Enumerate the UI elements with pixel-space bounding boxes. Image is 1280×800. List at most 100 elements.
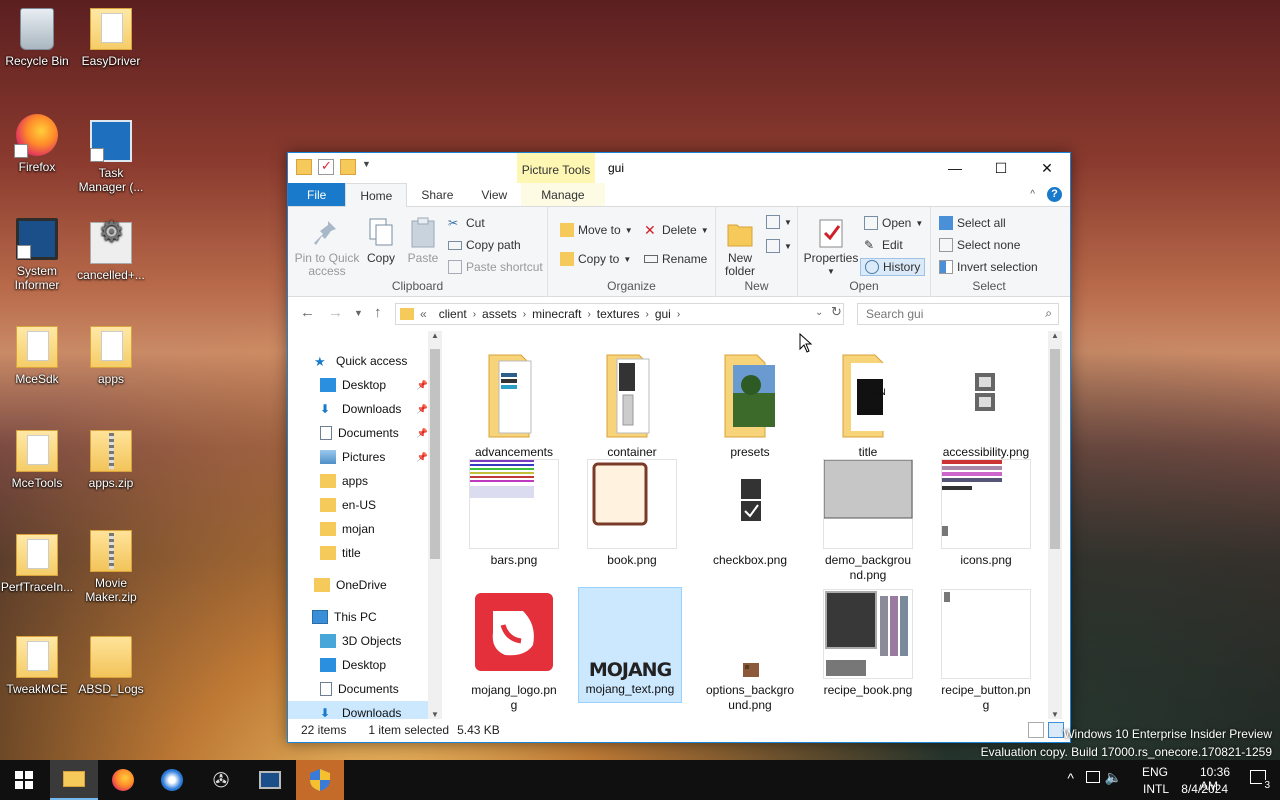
nav-pane-scrollbar[interactable]: ▲ ▼ xyxy=(428,331,442,719)
nav-onedrive[interactable]: OneDrive xyxy=(288,573,428,597)
maximize-button[interactable]: ☐ xyxy=(978,153,1024,183)
desktop-icon-mcesdk[interactable]: MceSdk xyxy=(0,326,74,386)
scroll-up-icon[interactable]: ▲ xyxy=(431,331,439,340)
forward-arrow-icon[interactable]: → xyxy=(328,304,343,321)
file-item-mojang-logo-png[interactable]: mojang_logo.pn g xyxy=(462,589,566,713)
address-path[interactable]: « client › assets › minecraft › textures › g… xyxy=(395,303,844,325)
file-item-container[interactable]: container xyxy=(580,351,684,460)
close-button[interactable]: ✕ xyxy=(1024,153,1070,183)
open-button[interactable]: Open ▼ xyxy=(864,216,923,230)
paste-shortcut-button[interactable]: Paste shortcut xyxy=(448,260,543,274)
file-item-bars-png[interactable]: bars.png xyxy=(462,459,566,568)
desktop-icon-apps[interactable]: apps xyxy=(74,326,148,386)
taskbar-firefox[interactable] xyxy=(99,760,147,800)
taskbar-movie-maker[interactable]: ✇ xyxy=(197,760,245,800)
pin-icon[interactable]: 📌 xyxy=(417,380,428,391)
minimize-ribbon-icon[interactable]: ^ xyxy=(1030,189,1035,200)
large-icons-view-icon[interactable] xyxy=(1048,722,1064,738)
address-overflow[interactable]: « xyxy=(414,307,433,321)
nav-item-pc-desktop[interactable]: Desktop xyxy=(288,653,428,677)
pin-icon[interactable]: 📌 xyxy=(417,452,428,463)
file-list-scrollbar[interactable]: ▲ ▼ xyxy=(1048,331,1062,719)
nav-item-pc-documents[interactable]: Documents xyxy=(288,677,428,701)
breadcrumb-assets[interactable]: assets xyxy=(476,307,523,321)
desktop-icon-tweakmce[interactable]: TweakMCE xyxy=(0,636,74,696)
nav-item-3d-objects[interactable]: 3D Objects xyxy=(288,629,428,653)
file-item-options-background-png[interactable]: options_backgro und.png xyxy=(698,589,802,713)
select-none-button[interactable]: Select none xyxy=(939,238,1020,252)
show-hidden-icons-chevron-icon[interactable]: ^ xyxy=(1067,770,1074,786)
breadcrumb-gui[interactable]: gui xyxy=(649,307,677,321)
nav-item-apps[interactable]: apps xyxy=(288,469,428,493)
up-arrow-icon[interactable]: ↑ xyxy=(374,304,382,321)
nav-item-desktop[interactable]: Desktop 📌 xyxy=(288,373,428,397)
rename-button[interactable]: Rename xyxy=(644,252,707,266)
network-icon[interactable] xyxy=(1086,771,1100,783)
nav-pane-scroll-thumb[interactable] xyxy=(430,349,440,559)
refresh-icon[interactable]: ↻ xyxy=(831,304,842,320)
desktop-icon-recycle-bin[interactable]: Recycle Bin xyxy=(0,8,74,68)
properties-qat-icon[interactable] xyxy=(318,158,334,175)
easy-access-button[interactable]: ▼ xyxy=(766,239,792,253)
customize-qat-chevron-icon[interactable]: ▼ xyxy=(362,159,372,175)
file-item-checkbox-png[interactable]: checkbox.png xyxy=(698,459,802,568)
file-item-icons-png[interactable]: icons.png xyxy=(934,459,1038,568)
nav-item-documents[interactable]: Documents 📌 xyxy=(288,421,428,445)
properties-button[interactable]: Properties ▼ xyxy=(802,217,860,278)
taskbar-security-app[interactable] xyxy=(296,760,344,800)
file-item-recipe-button-png[interactable]: recipe_button.pn g xyxy=(934,589,1038,713)
file-item-demo-background-png[interactable]: demo_backgrou nd.png xyxy=(816,459,920,583)
input-language-layout[interactable]: INTL xyxy=(1143,782,1169,796)
desktop-icon-absd-logs[interactable]: ABSD_Logs xyxy=(74,636,148,696)
file-item-book-png[interactable]: book.png xyxy=(580,459,684,568)
file-item-title[interactable]: AN title xyxy=(816,351,920,460)
desktop-icon-mcetools[interactable]: MceTools xyxy=(0,430,74,490)
desktop-icon-easydriver[interactable]: EasyDriver xyxy=(74,8,148,68)
file-item-recipe-book-png[interactable]: recipe_book.png xyxy=(816,589,920,698)
move-to-button[interactable]: Move to ▼ xyxy=(560,223,633,237)
invert-selection-button[interactable]: Invert selection xyxy=(939,260,1038,274)
delete-button[interactable]: ✕ Delete ▼ xyxy=(644,223,709,237)
breadcrumb-client[interactable]: client xyxy=(433,307,473,321)
pin-icon[interactable]: 📌 xyxy=(417,428,428,439)
taskbar-system-informer[interactable] xyxy=(246,760,294,800)
pin-icon[interactable]: 📌 xyxy=(417,404,428,415)
copy-path-button[interactable]: Copy path xyxy=(448,238,521,252)
breadcrumb-textures[interactable]: textures xyxy=(591,307,646,321)
back-arrow-icon[interactable]: ← xyxy=(300,304,315,321)
taskbar-file-explorer[interactable] xyxy=(50,760,98,800)
nav-item-pc-downloads[interactable]: ⬇ Downloads xyxy=(288,701,428,719)
copy-to-button[interactable]: Copy to ▼ xyxy=(560,252,631,266)
clock-date[interactable]: 8/4/2024 xyxy=(1181,782,1228,796)
new-folder-button[interactable]: New folder xyxy=(722,217,758,278)
tab-home[interactable]: Home xyxy=(345,183,408,208)
nav-quick-access[interactable]: ★ Quick access xyxy=(288,349,428,373)
copy-button[interactable]: Copy xyxy=(362,217,400,265)
input-language-ime[interactable]: ENG xyxy=(1142,765,1168,779)
breadcrumb-minecraft[interactable]: minecraft xyxy=(526,307,587,321)
tab-share[interactable]: Share xyxy=(407,183,467,206)
file-item-accessibility-png[interactable]: accessibility.png xyxy=(934,351,1038,460)
nav-item-mojan[interactable]: mojan xyxy=(288,517,428,541)
nav-item-downloads[interactable]: ⬇ Downloads 📌 xyxy=(288,397,428,421)
file-item-mojang-text-png[interactable]: MOJANG mojang_text.png xyxy=(578,587,682,703)
file-list-scroll-thumb[interactable] xyxy=(1050,349,1060,549)
tab-view[interactable]: View xyxy=(467,183,521,206)
nav-item-pictures[interactable]: Pictures 📌 xyxy=(288,445,428,469)
details-view-icon[interactable] xyxy=(1028,722,1044,738)
nav-item-en-us[interactable]: en-US xyxy=(288,493,428,517)
cut-button[interactable]: ✂ Cut xyxy=(448,216,485,230)
desktop-icon-movie-maker-zip[interactable]: Movie Maker.zip xyxy=(74,530,148,604)
search-input[interactable]: Search gui ⌕ xyxy=(857,303,1059,325)
select-all-button[interactable]: Select all xyxy=(939,216,1006,230)
volume-icon[interactable]: 🔈 xyxy=(1105,769,1122,786)
nav-this-pc[interactable]: This PC xyxy=(288,605,428,629)
scroll-up-icon[interactable]: ▲ xyxy=(1051,331,1059,340)
minimize-button[interactable]: — xyxy=(932,153,978,183)
file-item-presets[interactable]: presets xyxy=(698,351,802,460)
taskbar-media-player[interactable] xyxy=(148,760,196,800)
pin-to-quick-access-button[interactable]: Pin to Quick access xyxy=(294,217,360,278)
paste-button[interactable]: Paste xyxy=(404,217,442,265)
desktop-icon-firefox[interactable]: Firefox xyxy=(0,114,74,174)
edit-button[interactable]: ✎ Edit xyxy=(864,238,903,252)
